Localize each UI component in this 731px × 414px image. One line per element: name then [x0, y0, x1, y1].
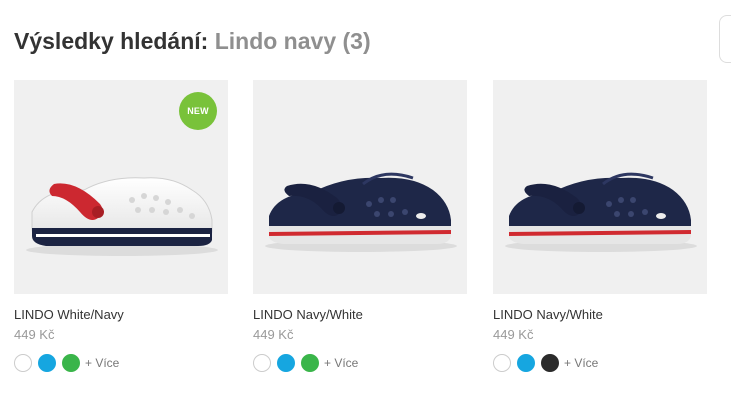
- color-swatches: + Více: [493, 354, 707, 372]
- product-card[interactable]: NEW LINDO White/Navy 449 Kč + Více: [14, 80, 228, 372]
- more-colors-link[interactable]: + Více: [564, 355, 598, 371]
- product-name[interactable]: LINDO White/Navy: [14, 307, 124, 323]
- color-swatch-blue[interactable]: [517, 354, 535, 372]
- product-image[interactable]: [253, 80, 467, 294]
- color-swatches: + Více: [253, 354, 467, 372]
- color-swatch-blue[interactable]: [277, 354, 295, 372]
- product-name[interactable]: LINDO Navy/White: [253, 307, 363, 323]
- search-term: Lindo navy: [214, 28, 337, 54]
- result-count: (3): [342, 28, 371, 54]
- product-card[interactable]: LINDO Navy/White 449 Kč + Více: [493, 80, 707, 372]
- color-swatches: + Více: [14, 354, 228, 372]
- clog-shoe-image: [265, 172, 457, 252]
- product-price: 449 Kč: [253, 327, 294, 342]
- product-name[interactable]: LINDO Navy/White: [493, 307, 603, 323]
- color-swatch-white[interactable]: [253, 354, 271, 372]
- product-price: 449 Kč: [14, 327, 55, 342]
- product-image[interactable]: [493, 80, 707, 294]
- color-swatch-green[interactable]: [301, 354, 319, 372]
- cart-button[interactable]: [719, 15, 731, 63]
- product-card[interactable]: LINDO Navy/White 449 Kč + Více: [253, 80, 467, 372]
- color-swatch-black[interactable]: [541, 354, 559, 372]
- results-label: Výsledky hledání:: [14, 28, 209, 54]
- more-colors-link[interactable]: + Více: [85, 355, 119, 371]
- color-swatch-white[interactable]: [493, 354, 511, 372]
- search-results-heading: Výsledky hledání: Lindo navy (3): [14, 27, 371, 55]
- color-swatch-green[interactable]: [62, 354, 80, 372]
- more-colors-link[interactable]: + Více: [324, 355, 358, 371]
- color-swatch-white[interactable]: [14, 354, 32, 372]
- product-image[interactable]: NEW: [14, 80, 228, 294]
- product-price: 449 Kč: [493, 327, 534, 342]
- clog-shoe-image: [505, 172, 697, 252]
- color-swatch-blue[interactable]: [38, 354, 56, 372]
- new-badge: NEW: [179, 92, 217, 130]
